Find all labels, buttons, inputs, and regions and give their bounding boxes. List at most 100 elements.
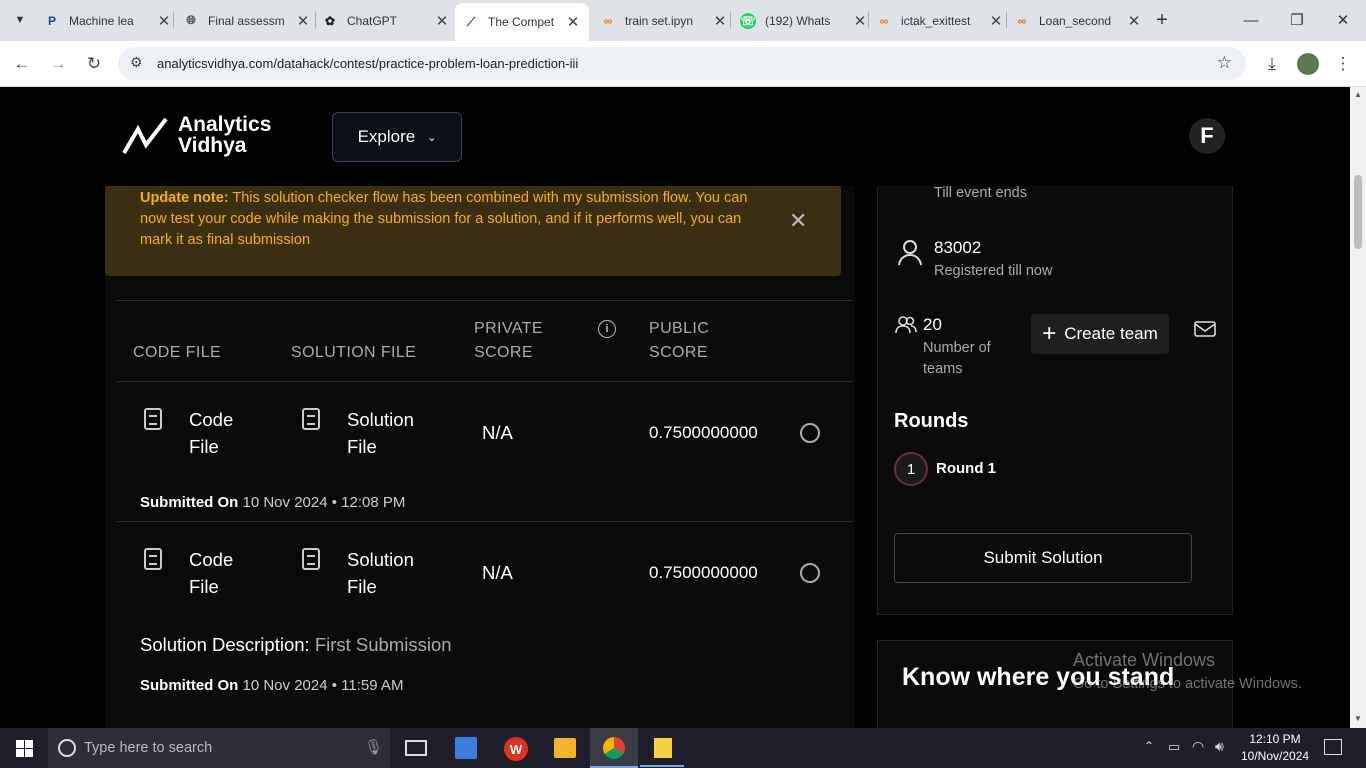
new-tab-icon[interactable]: + [1150, 8, 1174, 32]
page-scrollbar[interactable]: ▲ ▼ [1350, 87, 1366, 728]
site-settings-icon[interactable]: ⚙ [130, 54, 143, 71]
tab-2[interactable]: ✿ ChatGPT ✕ [322, 4, 450, 37]
close-icon[interactable]: ✕ [988, 12, 1004, 30]
wps-icon[interactable]: W [504, 737, 528, 761]
reload-icon[interactable]: ↻ [79, 49, 109, 79]
star-icon[interactable]: ☆ [1217, 53, 1232, 73]
logo-line-1: Analytics [178, 113, 272, 136]
solution-file-label: Solution [347, 549, 414, 570]
solution-description-label: Solution Description: [140, 634, 310, 655]
close-icon[interactable]: ✕ [789, 208, 807, 234]
volume-icon[interactable]: 🔊︎ [1215, 738, 1224, 755]
browser-tab-bar: ▼ P Machine lea ✕ 🌐︎ Final assessm ✕ ✿ C… [0, 0, 1366, 41]
clock-date[interactable]: 10/Nov/2024 [1241, 749, 1309, 763]
round-label[interactable]: Round 1 [936, 460, 996, 477]
close-icon[interactable]: ✕ [712, 12, 728, 30]
restore-icon[interactable]: ❐ [1274, 0, 1320, 40]
page-content: Till event ends 83002 Registered till no… [0, 87, 1350, 728]
colab-icon: ∞ [603, 13, 613, 28]
final-submission-radio[interactable] [800, 563, 820, 583]
back-icon[interactable]: ← [7, 49, 37, 79]
tab-1[interactable]: 🌐︎ Final assessm ✕ [183, 4, 311, 37]
chevron-up-icon[interactable]: ⌃ [1144, 739, 1154, 753]
final-submission-radio[interactable] [800, 423, 820, 443]
create-team-label: Create team [1064, 324, 1158, 343]
teams-label: Number of [923, 340, 991, 356]
store-icon[interactable] [455, 737, 477, 759]
minimize-icon[interactable]: — [1228, 0, 1274, 40]
code-file-label-2: File [189, 576, 219, 597]
close-icon[interactable]: ✕ [852, 12, 868, 30]
explore-button[interactable]: Explore ⌄ [332, 112, 462, 162]
tab-7[interactable]: ∞ Loan_second ✕ [1014, 4, 1142, 37]
update-note-label: Update note: [140, 190, 229, 206]
code-file-link[interactable]: Code File [189, 546, 233, 600]
close-icon[interactable]: ✕ [156, 12, 172, 30]
submit-solution-button[interactable]: Submit Solution [894, 533, 1192, 583]
chrome-icon [603, 737, 625, 759]
clock-time[interactable]: 12:10 PM [1244, 732, 1306, 746]
menu-icon[interactable]: ⋮ [1328, 49, 1358, 79]
solution-file-icon [302, 548, 320, 570]
code-file-icon [144, 408, 162, 430]
forward-icon[interactable]: → [43, 49, 73, 79]
solution-description: Solution Description: First Submission [140, 634, 452, 656]
tab-title: Loan_second [1039, 13, 1112, 28]
notification-icon[interactable] [1324, 739, 1342, 755]
tab-3-active[interactable]: ⟋ The Compet ✕ [455, 3, 589, 41]
url-text[interactable]: analyticsvidhya.com/datahack/contest/pra… [157, 56, 578, 71]
close-icon[interactable]: ✕ [1126, 12, 1142, 30]
tab-title: ChatGPT [347, 13, 398, 28]
submitted-on-label: Submitted On [140, 677, 239, 694]
tab-4[interactable]: ∞ train set.ipyn ✕ [600, 4, 728, 37]
taskbar-search-box[interactable]: Type here to search 🎙︎ [48, 728, 390, 768]
code-file-link[interactable]: Code File [189, 406, 233, 460]
scrollbar-thumb[interactable] [1354, 175, 1362, 249]
update-note-text: Update note: This solution checker flow … [140, 188, 770, 251]
user-icon [898, 240, 922, 266]
create-team-button[interactable]: + Create team [1031, 314, 1169, 354]
logo-text[interactable]: Analytics Vidhya [178, 114, 271, 156]
file-explorer-icon[interactable] [554, 738, 576, 758]
battery-icon[interactable]: ▭ [1168, 739, 1180, 755]
tab-0[interactable]: P Machine lea ✕ [44, 4, 172, 37]
windows-start-icon[interactable] [16, 740, 33, 757]
code-file-label: Code [189, 409, 234, 430]
teams-label-2: teams [923, 361, 963, 377]
profile-avatar[interactable] [1297, 53, 1319, 75]
tab-5[interactable]: ☏ (192) Whats ✕ [740, 4, 868, 37]
tab-6[interactable]: ∞ ictak_exittest ✕ [876, 4, 1004, 37]
close-window-icon[interactable]: ✕ [1320, 0, 1366, 40]
colab-icon: ∞ [879, 13, 889, 28]
tab-title: train set.ipyn [625, 13, 694, 28]
tab-search-icon[interactable]: ▼ [10, 10, 30, 30]
scroll-down-icon[interactable]: ▼ [1354, 714, 1362, 723]
registered-label: Registered till now [934, 263, 1053, 279]
download-icon[interactable]: ⤓ [1257, 49, 1287, 79]
mail-icon[interactable] [1194, 321, 1216, 337]
omnibox[interactable]: ⚙ analyticsvidhya.com/datahack/contest/p… [118, 47, 1246, 80]
user-avatar[interactable]: F [1189, 118, 1225, 154]
chrome-taskbar-button[interactable] [590, 728, 638, 768]
explore-label: Explore [357, 127, 416, 146]
header-private-score-2: SCORE [474, 344, 533, 361]
wifi-icon[interactable]: ◠ [1192, 738, 1204, 755]
submitted-time: 12:08 PM [341, 494, 406, 511]
header-code-file: CODE FILE [133, 344, 222, 361]
private-score-value: N/A [482, 422, 513, 443]
registered-count: 83002 [934, 238, 982, 257]
close-icon[interactable]: ✕ [565, 13, 581, 31]
whatsapp-icon: ☏ [740, 12, 756, 29]
solution-file-link[interactable]: Solution File [347, 406, 414, 460]
solution-file-link[interactable]: Solution File [347, 546, 414, 600]
info-icon[interactable]: i [598, 320, 616, 338]
scroll-up-icon[interactable]: ▲ [1354, 90, 1362, 99]
tab-title: The Compet [488, 15, 555, 29]
sticky-notes-icon[interactable] [654, 738, 672, 758]
close-icon[interactable]: ✕ [434, 12, 450, 30]
analytics-vidhya-logo-icon[interactable] [122, 115, 170, 155]
close-icon[interactable]: ✕ [295, 12, 311, 30]
tab-title: Final assessm [208, 13, 285, 28]
task-view-icon[interactable] [405, 740, 427, 756]
site-header: Analytics Vidhya Explore ⌄ F [0, 87, 1350, 186]
